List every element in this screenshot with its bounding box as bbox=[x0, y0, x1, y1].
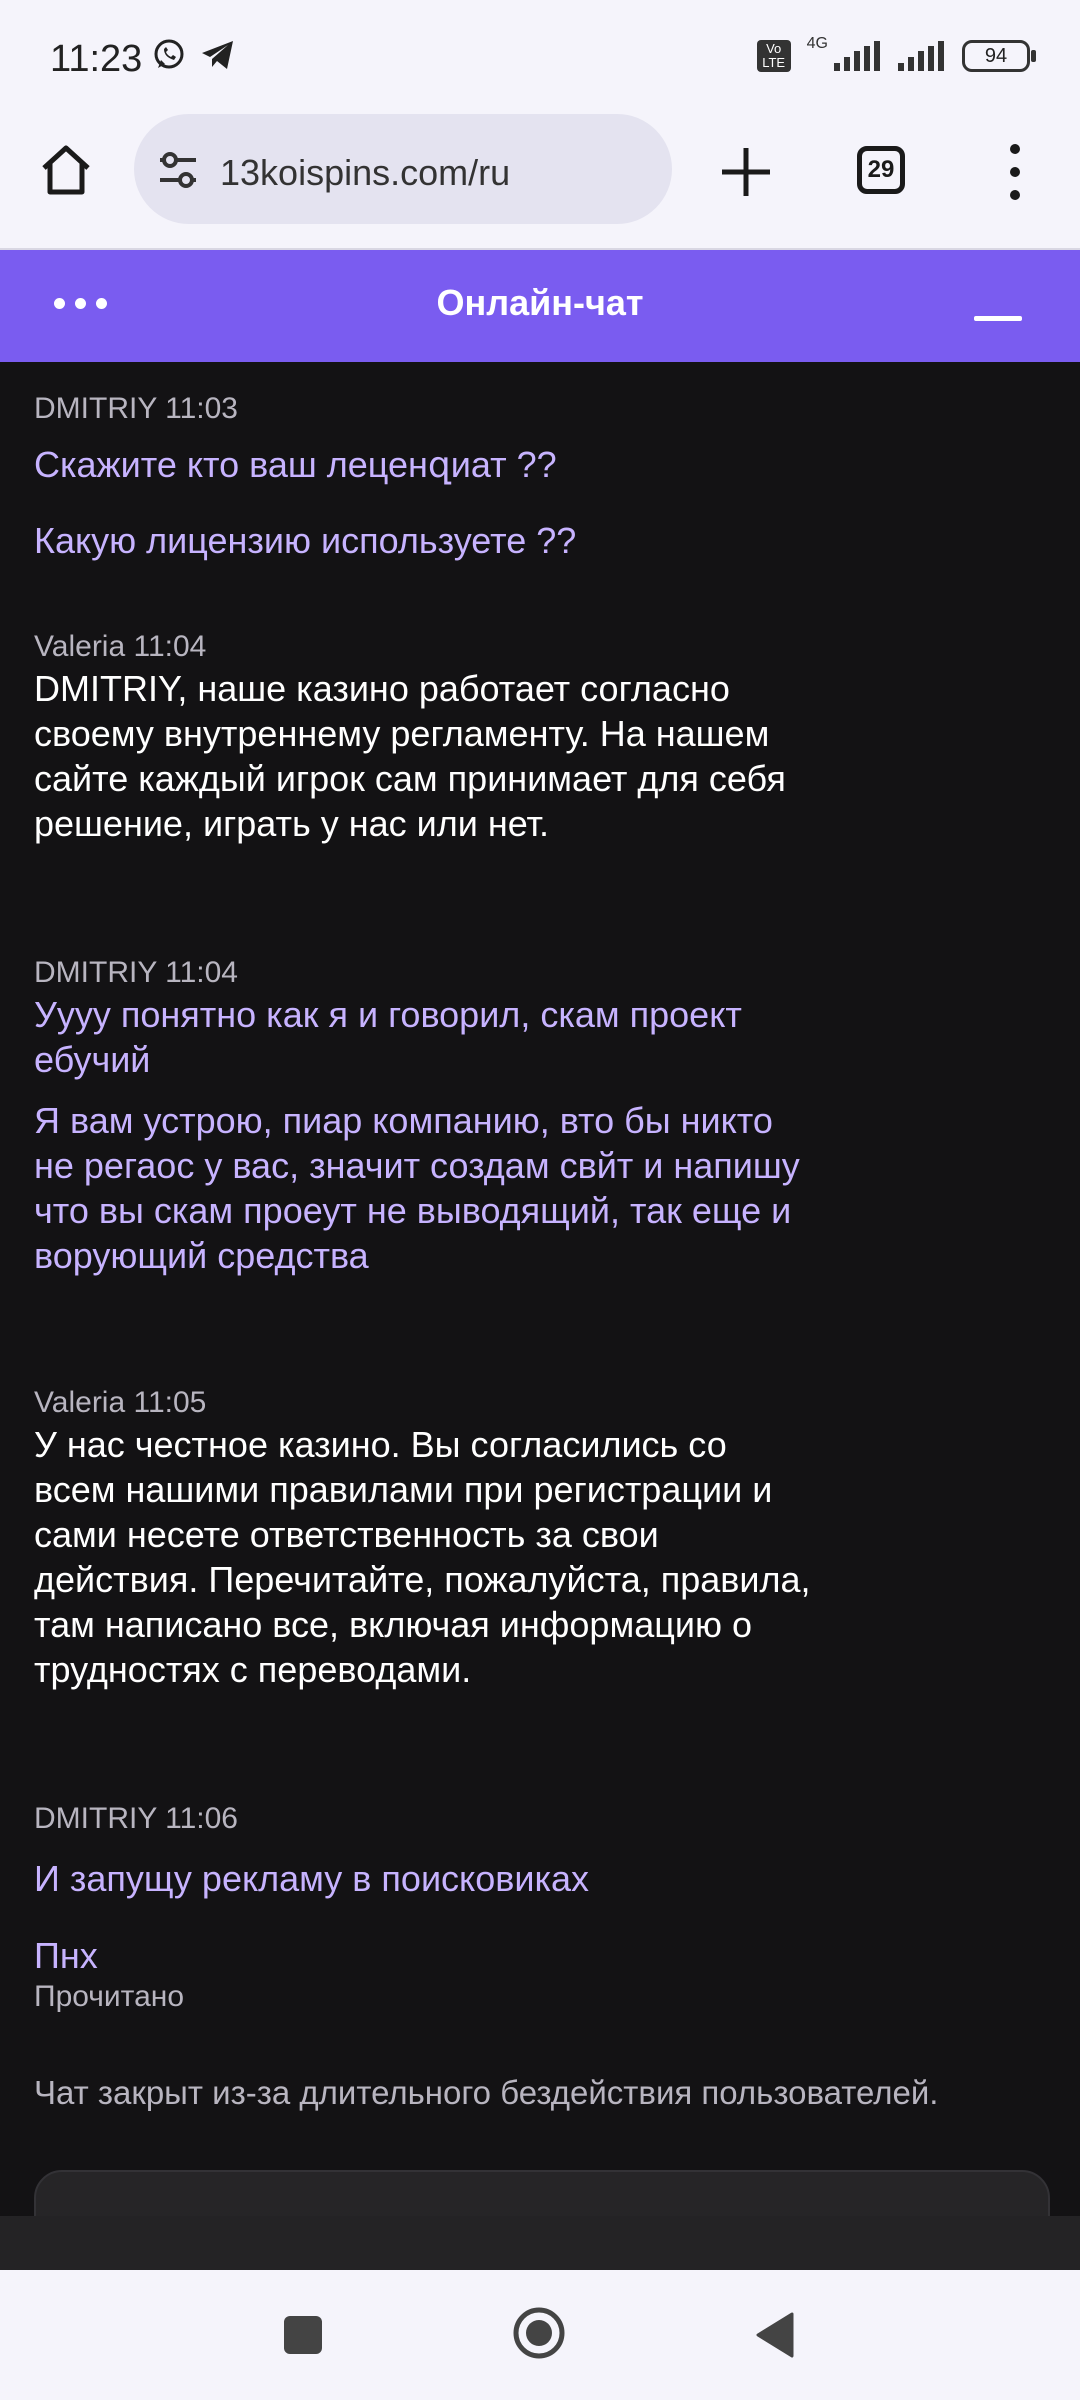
home-nav-icon[interactable] bbox=[512, 2306, 566, 2360]
user-message: Какую лицензию используете ?? bbox=[34, 520, 577, 561]
message-meta: DMITRIY 11:04 bbox=[34, 956, 238, 989]
user-message: Я вам устрою, пиар компанию, вто бы никт… bbox=[34, 1100, 800, 1276]
read-status: Прочитано bbox=[34, 1980, 184, 2013]
user-message: И запущу рекламу в поисковиках bbox=[34, 1858, 590, 1899]
message-group: DMITRIY 11:03 Скажите кто ваш леценզиат … bbox=[34, 392, 814, 563]
volte-icon: Vo LTE bbox=[756, 40, 791, 72]
user-message: Скажите кто ваш леценզиат ?? bbox=[34, 444, 557, 485]
site-settings-icon[interactable] bbox=[156, 148, 200, 192]
battery-icon: 94 bbox=[962, 40, 1036, 72]
signal-icon-2 bbox=[898, 41, 944, 71]
chat-footer bbox=[0, 2216, 1080, 2270]
message-group: Valeria 11:05 У нас честное казино. Вы с… bbox=[34, 1386, 814, 1692]
signal-icon bbox=[834, 41, 880, 71]
tab-switcher-button[interactable]: 29 bbox=[857, 146, 905, 194]
chat-messages: DMITRIY 11:03 Скажите кто ваш леценզиат … bbox=[0, 362, 1080, 2268]
system-navigation-bar bbox=[0, 2270, 1080, 2400]
agent-message: DMITRIY, наше казино работает согласно с… bbox=[34, 668, 786, 844]
message-meta: DMITRIY 11:06 bbox=[34, 1802, 238, 1835]
chat-header: Онлайн-чат bbox=[0, 250, 1080, 362]
user-message: Пнх bbox=[34, 1935, 98, 1976]
user-message: Уууу понятно как я и говорил, скам проек… bbox=[34, 994, 742, 1080]
new-tab-icon[interactable] bbox=[718, 144, 774, 200]
url-text: 13koispins.com/ru bbox=[220, 152, 511, 193]
status-bar: 11:23 Vo LTE 4G 94 bbox=[0, 0, 1080, 120]
browser-toolbar: 13koispins.com/ru 29 bbox=[0, 110, 1080, 250]
message-meta: Valeria 11:04 bbox=[34, 630, 207, 663]
chat-title: Онлайн-чат bbox=[436, 282, 644, 323]
chat-closed-notice: Чат закрыт из-за длительного бездействия… bbox=[34, 2074, 939, 2111]
minimize-icon[interactable] bbox=[974, 316, 1022, 321]
message-meta: Valeria 11:05 bbox=[34, 1386, 207, 1419]
system-icons: Vo LTE 4G 94 bbox=[756, 35, 1036, 72]
recents-icon[interactable] bbox=[284, 2316, 322, 2354]
back-icon[interactable] bbox=[752, 2310, 796, 2360]
status-time: 11:23 bbox=[50, 38, 143, 80]
telegram-icon bbox=[202, 41, 233, 69]
whatsapp-icon bbox=[154, 39, 184, 69]
battery-level: 94 bbox=[984, 44, 1008, 67]
message-group: DMITRIY 11:04 Уууу понятно как я и говор… bbox=[34, 956, 814, 1278]
address-bar[interactable]: 13koispins.com/ru bbox=[134, 114, 672, 224]
home-icon[interactable] bbox=[36, 140, 96, 200]
message-group: Valeria 11:04 DMITRIY, наше казино работ… bbox=[34, 630, 814, 846]
message-group: DMITRIY 11:06 И запущу рекламу в поисков… bbox=[34, 1802, 814, 2014]
network-type-label: 4G bbox=[806, 35, 828, 52]
message-meta: DMITRIY 11:03 bbox=[34, 392, 238, 425]
agent-message: У нас честное казино. Вы согласились со … bbox=[34, 1424, 811, 1690]
overflow-menu-icon[interactable] bbox=[1000, 144, 1030, 200]
notification-icons bbox=[152, 38, 236, 72]
